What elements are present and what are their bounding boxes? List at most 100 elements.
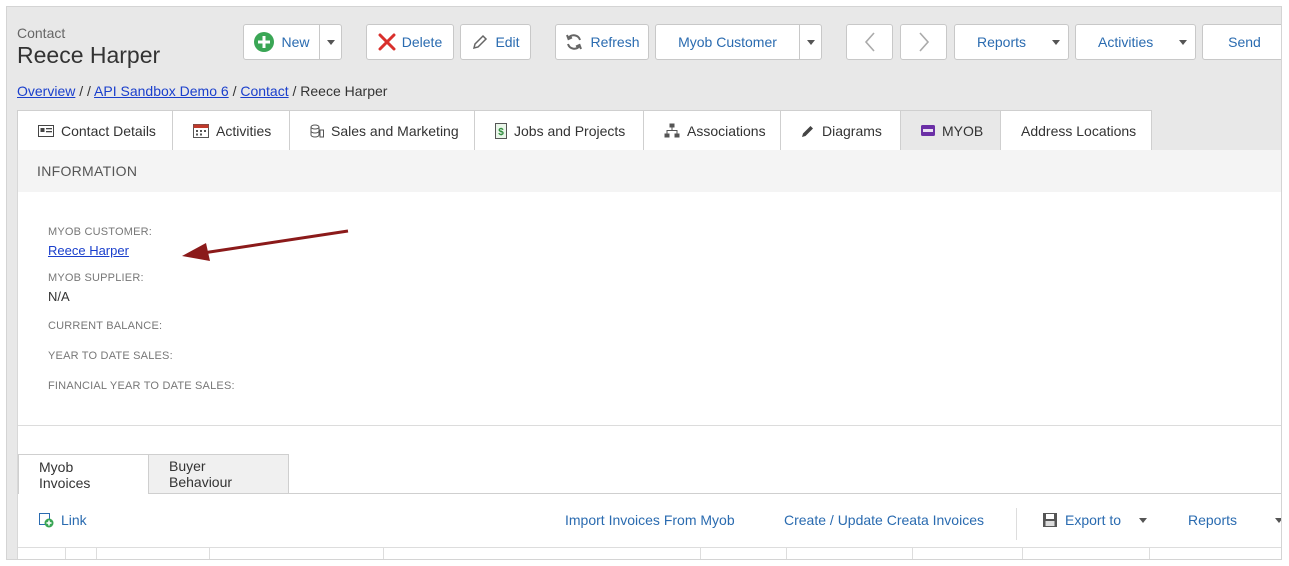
tab-label: Associations [687, 122, 766, 139]
chevron-right-icon [918, 32, 929, 52]
myob-supplier-field-label: MYOB SUPPLIER: [48, 272, 144, 284]
grid-column-divider [912, 548, 913, 559]
title-block: Contact Reece Harper [17, 25, 160, 69]
breadcrumb-separator: / / [75, 83, 95, 99]
link-button[interactable]: Link [38, 512, 87, 528]
tab-activities[interactable]: Activities [172, 110, 289, 151]
refresh-icon [566, 34, 583, 50]
grid-column-divider [65, 548, 66, 559]
grid-column-divider [209, 548, 210, 559]
tab-label: Jobs and Projects [514, 122, 626, 139]
breadcrumb: Overview / / API Sandbox Demo 6 / Contac… [17, 83, 387, 99]
refresh-button[interactable]: Refresh [555, 24, 649, 60]
invoice-reports-button[interactable]: Reports [1188, 512, 1281, 528]
new-dropdown-toggle[interactable] [319, 25, 341, 59]
tab-sales-and-marketing[interactable]: Sales and Marketing [289, 110, 474, 151]
close-icon [378, 33, 396, 51]
link-add-icon [39, 513, 54, 528]
calendar-icon [193, 123, 209, 138]
myob-customer-main[interactable]: Myob Customer [656, 25, 799, 59]
database-icon [310, 124, 324, 138]
chevron-down-icon [1052, 39, 1060, 45]
pencil-icon [801, 124, 815, 138]
myob-customer-label: Myob Customer [678, 34, 777, 50]
chevron-down-icon [1139, 517, 1148, 523]
tab-myob-invoices[interactable]: Myob Invoices [18, 454, 148, 494]
svg-text:$: $ [498, 127, 504, 138]
chevron-down-icon [1179, 39, 1187, 45]
tab-address-locations[interactable]: Address Locations [1000, 110, 1152, 151]
breadcrumb-overview[interactable]: Overview [17, 83, 75, 99]
link-label: Link [61, 512, 87, 528]
pencil-icon [473, 34, 488, 50]
previous-button[interactable] [846, 24, 893, 60]
app-frame: Contact Reece Harper New Delete Edit Ref… [6, 6, 1282, 560]
invoice-toolbar: Link Import Invoices From Myob Create / … [18, 502, 1281, 540]
create-update-invoices-button[interactable]: Create / Update Creata Invoices [784, 512, 984, 528]
myob-customer-button[interactable]: Myob Customer [655, 24, 822, 60]
activities-button[interactable]: Activities [1075, 24, 1196, 60]
chevron-down-icon [326, 39, 335, 45]
tab-label: Contact Details [61, 122, 156, 139]
next-button[interactable] [900, 24, 947, 60]
send-button[interactable]: Send [1202, 24, 1281, 60]
refresh-label: Refresh [590, 34, 640, 50]
new-label: New [281, 34, 310, 50]
fytd-sales-field-label: FINANCIAL YEAR TO DATE SALES: [48, 380, 235, 392]
page-title: Reece Harper [17, 42, 161, 68]
save-icon [1043, 513, 1057, 527]
current-balance-field-label: CURRENT BALANCE: [48, 320, 163, 332]
grid-column-divider [700, 548, 701, 559]
id-card-icon [38, 124, 54, 137]
breadcrumb-separator: / [228, 83, 241, 99]
tab-label: Sales and Marketing [331, 122, 459, 139]
import-invoices-button[interactable]: Import Invoices From Myob [565, 512, 735, 528]
tab-jobs-and-projects[interactable]: $ Jobs and Projects [474, 110, 643, 151]
breadcrumb-separator: / [288, 83, 301, 99]
tab-label: Diagrams [822, 122, 882, 139]
grid-column-divider [96, 548, 97, 559]
tab-associations[interactable]: Associations [643, 110, 780, 151]
chevron-down-icon [1275, 517, 1281, 523]
ytd-sales-field-label: YEAR TO DATE SALES: [48, 350, 173, 362]
breadcrumb-contact[interactable]: Contact [240, 83, 288, 99]
plus-circle-icon [254, 32, 275, 52]
breadcrumb-current: Reece Harper [300, 83, 388, 99]
information-header: INFORMATION [18, 150, 1281, 192]
delete-button[interactable]: Delete [366, 24, 454, 60]
section-divider [18, 425, 1281, 426]
invoice-reports-label: Reports [1188, 512, 1238, 528]
activities-label: Activities [1098, 34, 1154, 50]
new-button-main[interactable]: New [244, 25, 319, 59]
export-to-button[interactable]: Export to [1042, 512, 1148, 528]
edit-label: Edit [495, 34, 520, 50]
tab-buyer-behaviour[interactable]: Buyer Behaviour [148, 454, 289, 494]
dollar-document-icon: $ [495, 122, 507, 139]
sub-tabs-underline [148, 493, 1281, 494]
tab-diagrams[interactable]: Diagrams [780, 110, 900, 151]
export-to-label: Export to [1065, 512, 1122, 528]
sub-tabs: Myob Invoices Buyer Behaviour [18, 454, 289, 494]
tab-contact-details[interactable]: Contact Details [17, 110, 172, 151]
toolbar-separator [1016, 508, 1017, 540]
grid-column-divider [1149, 548, 1150, 559]
new-button[interactable]: New [243, 24, 342, 60]
tab-myob[interactable]: MYOB [900, 110, 1000, 151]
invoice-grid-header [18, 547, 1281, 559]
tab-label: Address Locations [1021, 122, 1137, 139]
myob-customer-dropdown-toggle[interactable] [799, 25, 821, 59]
myob-customer-link[interactable]: Reece Harper [48, 243, 129, 258]
annotation-arrow-icon [182, 229, 349, 261]
breadcrumb-sandbox[interactable]: API Sandbox Demo 6 [94, 83, 229, 99]
reports-button[interactable]: Reports [954, 24, 1069, 60]
tab-label: MYOB [942, 122, 984, 139]
delete-label: Delete [401, 34, 443, 50]
myob-panel: INFORMATION MYOB CUSTOMER: Reece Harper … [17, 150, 1281, 559]
chevron-left-icon [864, 32, 875, 52]
main-tabs: Contact Details Activities Sales and Mar… [17, 110, 1152, 151]
grid-column-divider [786, 548, 787, 559]
grid-column-divider [1022, 548, 1023, 559]
chevron-down-icon [806, 39, 815, 45]
send-label: Send [1228, 34, 1261, 50]
edit-button[interactable]: Edit [460, 24, 531, 60]
